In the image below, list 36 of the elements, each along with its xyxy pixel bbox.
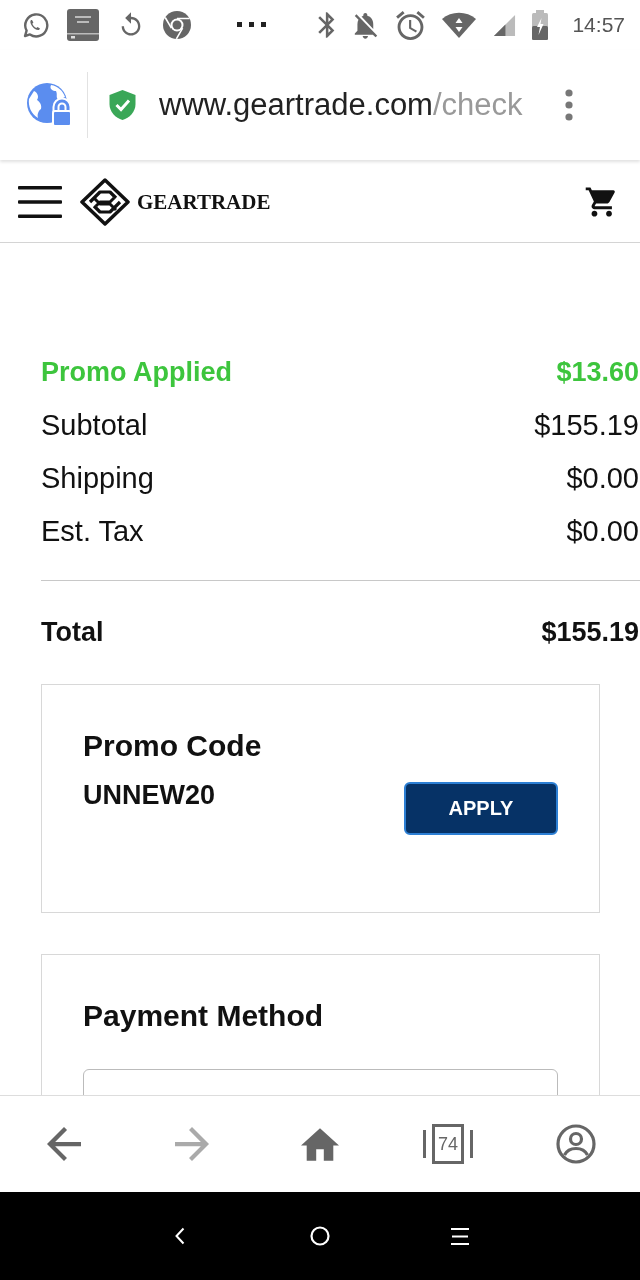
whatsapp-icon bbox=[21, 11, 49, 39]
home-icon[interactable] bbox=[310, 1226, 330, 1246]
chain-diamond-logo-icon[interactable] bbox=[80, 178, 130, 226]
signal-icon bbox=[493, 13, 517, 37]
menu-icon[interactable] bbox=[18, 185, 62, 219]
more-options-icon[interactable] bbox=[565, 89, 573, 121]
back-icon[interactable] bbox=[175, 1227, 185, 1245]
tab-switcher-button[interactable]: 74 bbox=[423, 1124, 473, 1164]
url-text[interactable]: www.geartrade.com/check bbox=[159, 85, 523, 125]
brand-name[interactable]: GEARTRADE bbox=[137, 189, 271, 215]
menu-icon[interactable] bbox=[451, 1227, 469, 1245]
total-amount: $155.19 bbox=[541, 617, 639, 648]
summary-amount: $13.60 bbox=[556, 357, 639, 388]
summary-amount: $0.00 bbox=[566, 515, 639, 548]
total-label: Total bbox=[41, 617, 104, 648]
alarm-icon bbox=[396, 10, 426, 40]
payment-method-title: Payment Method bbox=[83, 998, 325, 1034]
summary-amount: $0.00 bbox=[566, 462, 639, 495]
battery-charging-icon bbox=[532, 10, 549, 40]
shield-check-icon[interactable] bbox=[108, 89, 137, 121]
wifi-icon bbox=[441, 11, 478, 39]
account-icon[interactable] bbox=[556, 1124, 596, 1164]
book-app-icon bbox=[66, 8, 100, 42]
more-notifications-icon bbox=[237, 22, 267, 28]
chrome-icon bbox=[162, 10, 192, 40]
promo-code-field[interactable]: UNNEW20 bbox=[83, 782, 216, 808]
cart-icon[interactable] bbox=[584, 186, 618, 218]
bluetooth-icon bbox=[317, 11, 337, 39]
summary-label: Promo Applied bbox=[41, 357, 232, 388]
summary-label: Subtotal bbox=[41, 409, 148, 442]
summary-amount: $155.19 bbox=[534, 409, 639, 442]
summary-label: Est. Tax bbox=[41, 515, 144, 548]
summary-label: Shipping bbox=[41, 462, 154, 495]
apply-button[interactable]: APPLY bbox=[404, 782, 558, 835]
promo-code-title: Promo Code bbox=[83, 728, 263, 764]
status-time: 14:57 bbox=[572, 13, 625, 37]
